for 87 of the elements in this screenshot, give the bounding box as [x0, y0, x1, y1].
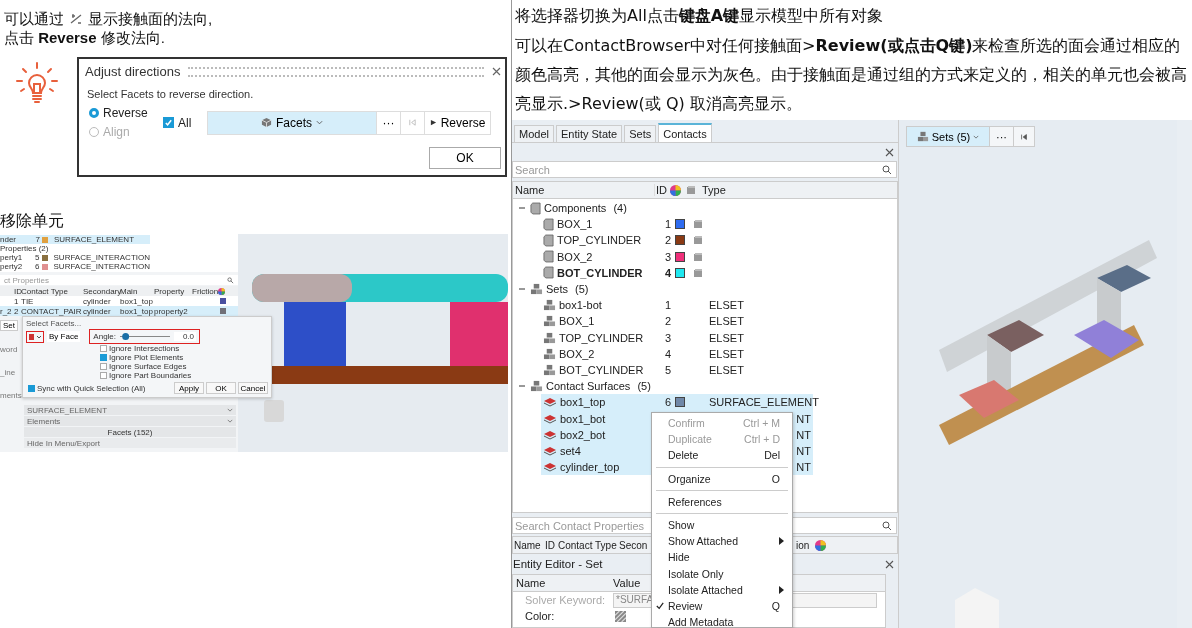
column-header: ion [795, 539, 811, 551]
type-text: SURFACE_ELEMENT [709, 396, 820, 409]
type-text: SURFACE_INTERACTION [53, 262, 150, 271]
type-text: NT [796, 461, 811, 474]
count-text: (4) [613, 202, 627, 215]
tree-item-label: BOX_2 [559, 347, 595, 360]
column-header: Contact Type [557, 539, 618, 551]
checkbox-label: All [178, 115, 192, 130]
id-text: 3 [664, 331, 671, 344]
intro-text: 可以通过 [4, 9, 64, 28]
tree-item-label: box1_bot [560, 412, 606, 425]
column-header: ID [655, 184, 668, 196]
radio-label: Reverse [103, 106, 148, 120]
id-text: 4 [664, 266, 671, 279]
instruction-text: 将选择器切换为All点击键盘A键显示模型中所有对象 [515, 5, 885, 27]
id-text: 4 [664, 347, 671, 360]
type-text: NT [796, 428, 811, 441]
type-text: NT [796, 444, 811, 457]
type-text: SURFACE_INTERACTION [53, 253, 150, 262]
tree-item-label: cylinder_top [560, 461, 620, 474]
tree-item-label: box1_top [560, 396, 606, 409]
tree-item-label: BOX_1 [557, 218, 593, 231]
tree-item-label: BOX_1 [559, 315, 595, 328]
column-header: Name [513, 539, 542, 551]
instruction-paragraph: 可以在ContactBrowser中对任何接触面>Review(或点击Q键)来检查所选的面会通过相应的颜色高亮，其他的面会显示为灰色。由于接触面是通过组的方式来定义的，相关的单元也会被高亮显示.>Review(或 Q) 取消高亮显示。 [515, 35, 1188, 115]
column-header: Type [702, 184, 726, 196]
type-text: ELSET [709, 299, 744, 312]
option-label: Sync with Quick Selection (All) [37, 383, 146, 393]
tree-item-label: TOP_CYLINDER [559, 331, 644, 344]
column-header: Value [613, 577, 641, 589]
column-header: Contact Type [21, 286, 69, 296]
instruction-text: Select Facets to reverse direction. [87, 88, 255, 100]
id-text: 5 [664, 363, 671, 376]
item-name: perty1 [0, 253, 24, 262]
tree-item-label: BOT_CYLINDER [559, 363, 644, 376]
section-heading: 移除单元 [0, 211, 65, 231]
count-text: (5) [575, 283, 589, 296]
field-label: _ine [0, 368, 17, 377]
item-name: nder [0, 235, 17, 244]
id-text: 2 [664, 234, 671, 247]
tree-item-label: box1-bot [559, 299, 602, 312]
column-header: ID [14, 286, 21, 296]
option-label: Ignore Surface Edges [109, 362, 187, 371]
dialog-title: Adjust directions [85, 64, 181, 79]
type-text: SURFACE_ELEMENT [54, 235, 135, 244]
column-header: Name [513, 184, 655, 196]
tree-item-label: box2_bot [560, 428, 606, 441]
type-text: ELSET [709, 347, 744, 360]
radio-label: Align [103, 125, 130, 139]
intro-text: 显示接触面的法向, [88, 9, 213, 28]
id-text: 6 [34, 262, 40, 271]
panel-title: Entity Editor - Set [513, 558, 603, 570]
option-label: Ignore Intersections [109, 344, 180, 353]
count-text: (5) [637, 380, 651, 393]
id-text: 2 [664, 315, 671, 328]
id-text: 3 [664, 250, 671, 263]
tree-item-label: BOT_CYLINDER [557, 266, 643, 279]
column-header: Property [154, 286, 186, 296]
tree-item-label: TOP_CYLINDER [557, 234, 642, 247]
tree-item-label: set4 [560, 444, 581, 457]
column-header: Main [120, 286, 139, 296]
option-label: Ignore Part Boundaries [109, 371, 192, 380]
property-label: Solver Keyword: [524, 594, 607, 606]
id-text: 5 [34, 253, 40, 262]
item-name: perty2 [0, 262, 24, 271]
option-label: Ignore Plot Elements [109, 353, 184, 362]
id-text: 6 [664, 396, 671, 409]
column-header: Friction [192, 286, 218, 296]
id-text: 1 [664, 299, 671, 312]
column-header: Name [515, 577, 547, 589]
field-label: ments [0, 391, 22, 400]
group-label: Properties (2) [0, 244, 49, 253]
id-text: 1 [664, 218, 671, 231]
type-text: ELSET [709, 363, 744, 376]
dialog-title: Select Facets... [26, 319, 82, 328]
type-text: ELSET [709, 315, 744, 328]
tree-item-label: BOX_2 [557, 250, 593, 263]
angle-label: Angle: [93, 332, 117, 341]
field-label: word [0, 345, 19, 354]
column-header: ID [544, 539, 556, 551]
intro-text: 点击 Reverse 修改法向. [4, 28, 165, 47]
type-text: ELSET [709, 331, 744, 344]
type-text: NT [796, 412, 811, 425]
column-header: Secon [618, 539, 649, 551]
id-text: 7 [34, 235, 40, 244]
property-label: Color: [524, 610, 556, 622]
column-header: Secondary [83, 286, 120, 296]
